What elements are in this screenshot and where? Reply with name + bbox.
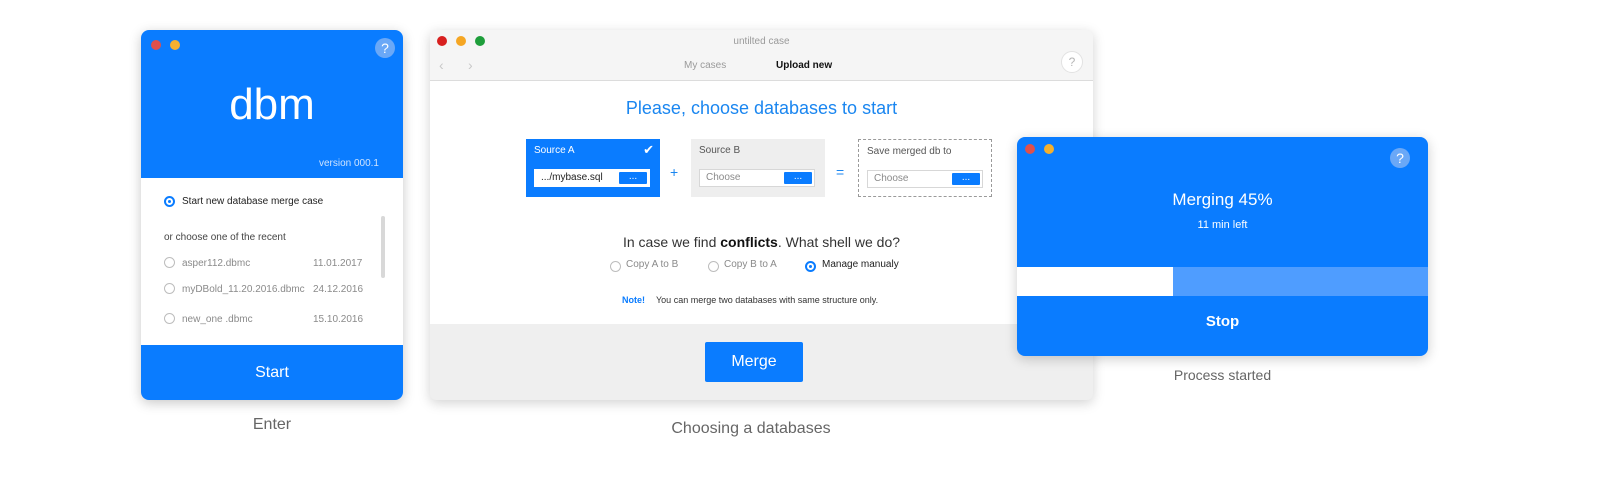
- page-title: Please, choose databases to start: [625, 98, 898, 118]
- source-b-placeholder: Choose: [706, 172, 741, 183]
- manage-manually-label[interactable]: Manage manualy: [822, 259, 899, 270]
- recent-label: or choose one of the recent: [164, 232, 286, 243]
- enter-window: ? dbm version 000.1 Start new database m…: [141, 30, 403, 400]
- choose-window: untilted case ‹ › My cases Upload new ? …: [430, 30, 1093, 400]
- recent-item-radio[interactable]: [164, 313, 175, 324]
- version-label: version 000.1: [318, 158, 379, 169]
- browse-target-button[interactable]: ...: [952, 173, 980, 185]
- plus-sign: +: [670, 164, 679, 180]
- conflicts-suffix: . What shell we do?: [777, 234, 901, 250]
- recent-item-date: 24.12.2016: [313, 284, 364, 295]
- recent-item-name[interactable]: asper112.dbmc: [182, 258, 250, 269]
- manage-manually-radio[interactable]: [805, 261, 816, 272]
- window-minimize-button[interactable]: [170, 40, 180, 50]
- conflicts-prefix: In case we find: [622, 234, 721, 250]
- time-left: 11 min left: [1197, 219, 1248, 231]
- copy-b-to-a-radio[interactable]: [708, 261, 719, 272]
- source-b-label: Source B: [699, 145, 741, 156]
- copy-b-to-a-label[interactable]: Copy B to A: [724, 259, 777, 270]
- conflicts-question: In case we find conflicts. What shell we…: [430, 234, 1093, 250]
- process-window: ? Merging 45% 11 min left Stop: [1017, 137, 1428, 356]
- source-b-box: Source B Choose ...: [691, 139, 825, 197]
- browse-a-button[interactable]: ...: [619, 172, 647, 184]
- window-close-button[interactable]: [151, 40, 161, 50]
- target-field[interactable]: Choose ...: [867, 170, 983, 188]
- progress-fill: [1017, 267, 1174, 296]
- source-a-field[interactable]: .../mybase.sql ...: [534, 169, 650, 187]
- window-title: untilted case: [733, 36, 790, 47]
- target-placeholder: Choose: [874, 173, 909, 184]
- source-a-label: Source A: [534, 145, 575, 156]
- new-case-radio[interactable]: [164, 196, 175, 207]
- source-a-value: .../mybase.sql: [541, 172, 603, 183]
- copy-a-to-b-label[interactable]: Copy A to B: [626, 259, 678, 270]
- recent-item-name[interactable]: new_one .dbmc: [182, 314, 253, 325]
- help-icon[interactable]: ?: [1061, 51, 1083, 73]
- recent-item-radio[interactable]: [164, 283, 175, 294]
- recent-scrollbar[interactable]: [381, 216, 385, 278]
- merging-title: Merging 45%: [1172, 190, 1273, 209]
- target-box: Save merged db to Choose ...: [858, 139, 992, 197]
- choose-content: Please, choose databases to start Source…: [430, 81, 1093, 324]
- help-icon[interactable]: ?: [375, 38, 395, 58]
- copy-a-to-b-radio[interactable]: [610, 261, 621, 272]
- tab-my-cases[interactable]: My cases: [684, 60, 726, 71]
- recent-item-name[interactable]: myDBold_11.20.2016.dbmc: [182, 284, 305, 295]
- start-button[interactable]: Start: [141, 345, 403, 400]
- app-logo: dbm: [229, 80, 315, 129]
- window-close-button[interactable]: [1025, 144, 1035, 154]
- recent-item-date: 15.10.2016: [313, 314, 364, 325]
- conflicts-bold: conflicts: [720, 234, 778, 250]
- back-arrow-icon[interactable]: ‹: [439, 57, 444, 73]
- window-minimize-button[interactable]: [1044, 144, 1054, 154]
- tab-upload-new[interactable]: Upload new: [776, 60, 832, 71]
- process-caption: Process started: [1173, 367, 1272, 383]
- choose-caption: Choosing a databases: [671, 420, 831, 437]
- check-icon: ✔: [643, 142, 654, 157]
- note-label: Note!: [622, 295, 645, 305]
- source-a-box: Source A ✔ .../mybase.sql ...: [526, 139, 660, 197]
- merge-button[interactable]: Merge: [705, 342, 803, 382]
- help-icon[interactable]: ?: [1390, 148, 1410, 168]
- note-text: You can merge two databases with same st…: [656, 295, 879, 305]
- enter-caption: Enter: [252, 416, 292, 433]
- browse-b-button[interactable]: ...: [784, 172, 812, 184]
- target-label: Save merged db to: [867, 146, 952, 157]
- source-b-field[interactable]: Choose ...: [699, 169, 815, 187]
- new-case-label: Start new database merge case: [182, 196, 324, 207]
- recent-item-radio[interactable]: [164, 257, 175, 268]
- stop-button[interactable]: Stop: [1017, 313, 1428, 330]
- progress-bar: [1017, 267, 1428, 296]
- recent-item-date: 11.01.2017: [313, 258, 363, 269]
- equals-sign: =: [836, 164, 845, 180]
- forward-arrow-icon[interactable]: ›: [468, 57, 473, 73]
